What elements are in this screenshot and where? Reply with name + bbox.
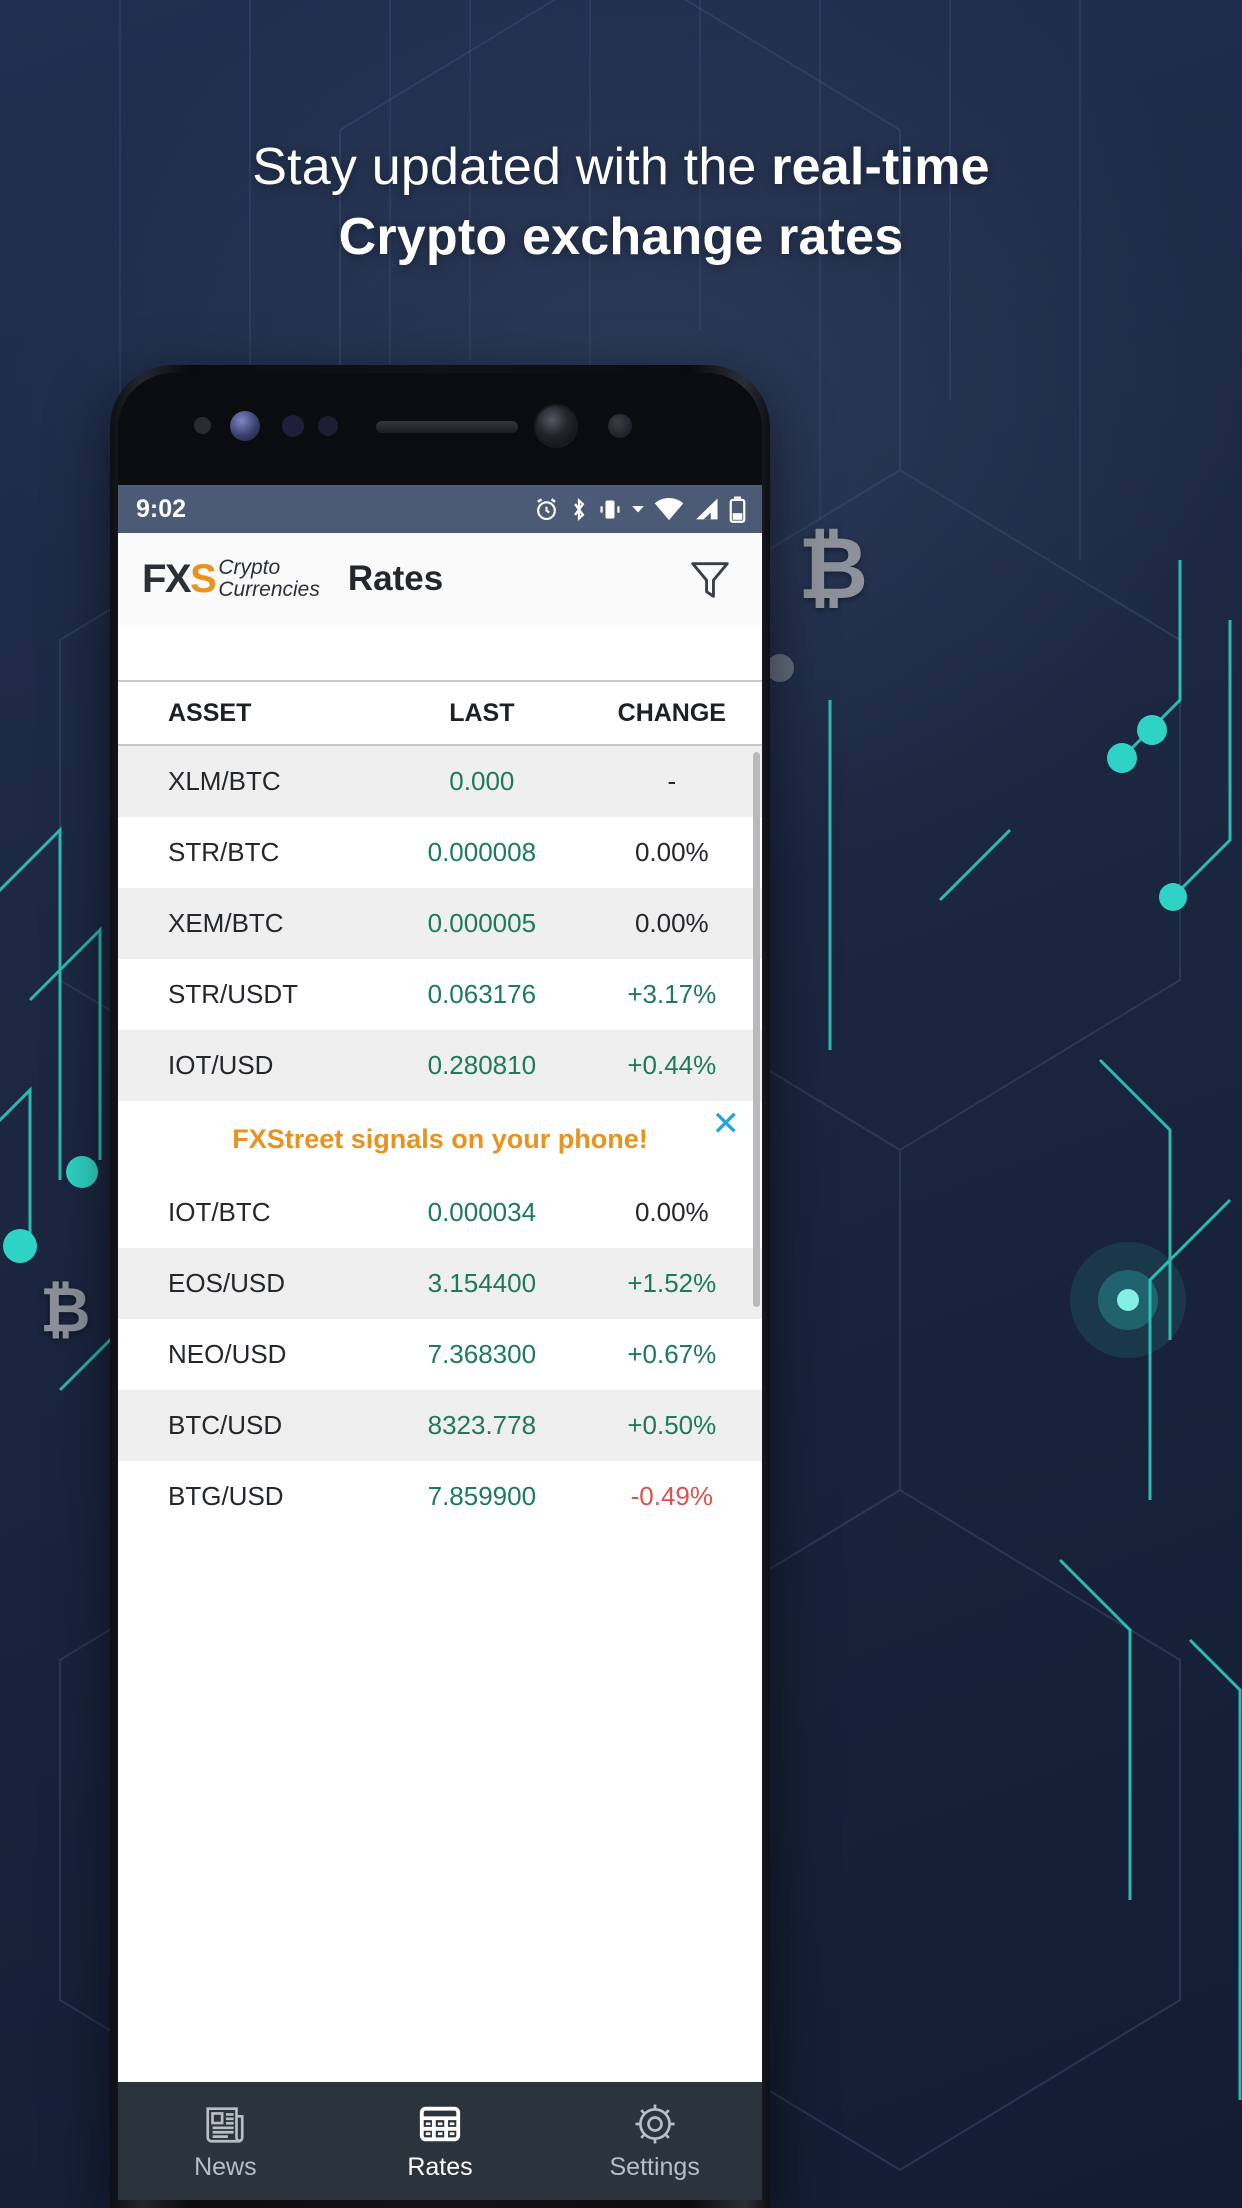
nav-label-news: News <box>194 2152 257 2181</box>
cell-asset: IOT/USD <box>168 1050 274 1080</box>
cell-last: 0.000005 <box>427 908 537 938</box>
ad-banner[interactable]: FXStreet signals on your phone! ✕ <box>118 1101 762 1177</box>
cell-last: 7.859900 <box>427 1481 537 1511</box>
status-bar: 9:02 <box>118 485 762 533</box>
front-camera <box>536 406 576 446</box>
wifi-icon <box>654 497 684 520</box>
cell-change: +0.67% <box>627 1339 717 1369</box>
cell-asset: IOT/BTC <box>168 1197 271 1227</box>
cell-change: - <box>667 766 677 796</box>
cell-last: 0.280810 <box>427 1050 537 1080</box>
vibrate-icon <box>600 500 620 518</box>
table-row[interactable]: EOS/USD 3.154400 +1.52% <box>118 1248 762 1319</box>
chevron-down-icon <box>632 506 644 513</box>
table-header: ASSET LAST CHANGE <box>118 680 762 746</box>
iris-scanner <box>230 411 260 441</box>
table-row[interactable]: NEO/USD 7.368300 +0.67% <box>118 1319 762 1390</box>
nav-label-rates: Rates <box>407 2152 473 2181</box>
cell-change: +1.52% <box>627 1268 717 1298</box>
nav-item-rates[interactable]: Rates <box>333 2101 548 2182</box>
cell-change: +0.50% <box>627 1410 717 1440</box>
cell-last: 3.154400 <box>427 1268 537 1298</box>
table-row[interactable]: STR/USDT 0.063176 +3.17% <box>118 959 762 1030</box>
cell-last: 0.000034 <box>427 1197 537 1227</box>
sensor-dot <box>608 414 632 438</box>
table-row[interactable]: BTG/USD 7.859900 -0.49% <box>118 1461 762 1532</box>
column-header-asset[interactable]: ASSET <box>118 699 382 728</box>
sensor-dot <box>282 415 304 437</box>
cell-asset: STR/USDT <box>168 979 298 1009</box>
app-bar-spacer <box>118 625 762 680</box>
app-bar: FXS Crypto Currencies Rates <box>118 533 762 625</box>
table-row[interactable]: IOT/USD 0.280810 +0.44% <box>118 1030 762 1101</box>
headline-line1-normal: Stay updated with the <box>252 138 772 196</box>
phone-mockup: 9:02 FXS Crypto Currencies Rates ASSET L… <box>110 365 770 2208</box>
scrollbar[interactable] <box>753 752 760 1307</box>
cell-last: 7.368300 <box>427 1339 537 1369</box>
table-row[interactable]: XLM/BTC 0.000 - <box>118 746 762 817</box>
status-bar-time: 9:02 <box>136 494 187 523</box>
cell-change: +3.17% <box>627 979 717 1009</box>
cell-asset: BTC/USD <box>168 1410 283 1440</box>
cell-last: 0.000 <box>449 766 515 796</box>
logo-tagline: Crypto Currencies <box>218 557 320 601</box>
sensor-dot <box>194 417 211 434</box>
cell-change: -0.49% <box>630 1481 713 1511</box>
sensor-dot <box>318 416 338 436</box>
rates-list[interactable]: XLM/BTC 0.000- STR/BTC 0.000008 0.00% XEM/BTC… <box>118 746 762 2082</box>
cell-asset: XEM/BTC <box>168 908 284 938</box>
app-logo: FXS Crypto Currencies <box>142 557 320 601</box>
bitcoin-glyph-decoration: ₿ <box>40 1276 91 1345</box>
bottom-navigation: News Rates Settings <box>118 2082 762 2200</box>
nav-item-news[interactable]: News <box>118 2101 333 2182</box>
ad-banner-text: FXStreet signals on your phone! <box>232 1123 648 1154</box>
battery-icon <box>729 495 746 523</box>
cell-last: 0.063176 <box>427 979 537 1009</box>
alarm-icon <box>537 497 556 520</box>
cell-asset: NEO/USD <box>168 1339 287 1369</box>
nav-item-settings[interactable]: Settings <box>547 2101 762 2182</box>
grid-table-icon <box>419 2106 461 2141</box>
cell-asset: EOS/USD <box>168 1268 286 1298</box>
close-icon[interactable]: ✕ <box>712 1107 741 1141</box>
logo-tagline-line2: Currencies <box>218 578 320 601</box>
phone-bezel-top <box>118 373 762 485</box>
cell-change: +0.44% <box>627 1050 717 1080</box>
cell-change: 0.00% <box>634 1197 709 1227</box>
table-row[interactable]: IOT/BTC 0.000034 0.00% <box>118 1177 762 1248</box>
cell-change: 0.00% <box>634 837 709 867</box>
column-header-change[interactable]: CHANGE <box>582 699 762 728</box>
logo-tagline-line1: Crypto <box>218 556 281 579</box>
signal-icon <box>696 497 718 519</box>
cell-last: 8323.778 <box>427 1410 537 1440</box>
page-title: Rates <box>347 559 444 598</box>
table-row[interactable]: BTC/USD 8323.778 +0.50% <box>118 1390 762 1461</box>
promo-headline: Stay updated with the real-time Crypto e… <box>0 132 1242 272</box>
bitcoin-glyph-decoration: ₿ <box>798 521 869 617</box>
table-row[interactable]: XEM/BTC 0.000005 0.00% <box>118 888 762 959</box>
nav-label-settings: Settings <box>609 2152 700 2181</box>
gear-icon <box>635 2103 675 2144</box>
cell-asset: STR/BTC <box>168 837 280 867</box>
cell-asset: XLM/BTC <box>168 766 281 796</box>
bluetooth-icon <box>574 497 585 521</box>
column-header-last[interactable]: LAST <box>382 699 582 728</box>
cell-last: 0.000008 <box>427 837 537 867</box>
headline-line2: Crypto exchange rates <box>338 208 904 266</box>
filter-funnel-icon <box>691 562 729 598</box>
table-row[interactable]: STR/BTC 0.000008 0.00% <box>118 817 762 888</box>
cell-change: 0.00% <box>634 908 709 938</box>
headline-line1-bold: real-time <box>771 138 990 196</box>
earpiece-speaker <box>376 421 518 433</box>
filter-button[interactable] <box>684 553 736 605</box>
newspaper-icon <box>206 2106 244 2143</box>
logo-wordmark: FXS <box>142 557 217 601</box>
cell-asset: BTG/USD <box>168 1481 284 1511</box>
phone-screen: 9:02 FXS Crypto Currencies Rates ASSET L… <box>118 485 762 2200</box>
